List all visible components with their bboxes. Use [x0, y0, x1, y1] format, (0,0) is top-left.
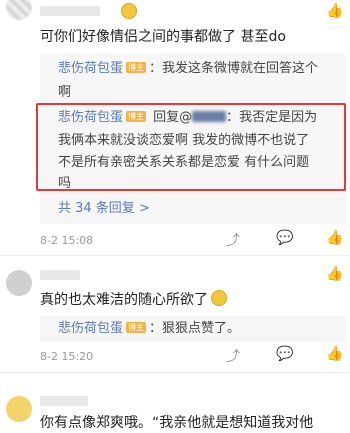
avatar[interactable] [6, 270, 32, 296]
author-badge: 博主 [126, 322, 147, 333]
reply-text-line: 啊 [58, 85, 72, 100]
reply-text: ：我否定是因为 [226, 110, 318, 125]
timestamp: 8-2 15:20 [40, 350, 94, 363]
reply-prefix: 回复@ [149, 110, 193, 125]
reply-text-line: 我俩本来就没谈恋爱啊 我发的微博不也说了 [58, 133, 310, 148]
avatar[interactable] [6, 0, 32, 20]
reply-author[interactable]: 悲伤荷包蛋 [58, 61, 123, 76]
reply-item[interactable]: 悲伤荷包蛋 博主 ：狠狠点赞了。 [58, 318, 240, 340]
reply-author[interactable]: 悲伤荷包蛋 [58, 321, 123, 336]
more-replies-link[interactable]: 共 34 条回复 > [58, 197, 150, 216]
reply-item[interactable]: 悲伤荷包蛋 博主 回复@ ：我否定是因为 [58, 107, 317, 129]
username-blurred [40, 270, 80, 280]
redacted-mention [192, 111, 227, 122]
thumbs-up-icon[interactable]: 👍 [326, 3, 343, 19]
username-blurred [40, 396, 88, 406]
username-blurred [40, 6, 100, 16]
comment-text: 可你们好像情侣之间的事都做了 甚至do [40, 29, 286, 45]
reply-author[interactable]: 悲伤荷包蛋 [58, 110, 123, 125]
share-icon[interactable]: ⤴ [226, 346, 240, 366]
reply-item[interactable]: 悲伤荷包蛋 博主 ：我发这条微博就在回答这个 [58, 58, 318, 80]
emoji-icon [121, 3, 137, 19]
divider [0, 255, 350, 256]
timestamp: 8-2 15:08 [40, 234, 94, 247]
like-icon[interactable]: 👍 [326, 230, 343, 246]
comment-icon[interactable]: 💬 [276, 346, 293, 362]
reply-text-line: 不是所有亲密关系关系都是恋爱 有什么问题 [58, 155, 310, 170]
author-badge: 博主 [126, 111, 147, 122]
emoji-icon [211, 290, 227, 306]
reply-text: ：狠狠点赞了。 [149, 321, 241, 336]
like-icon[interactable]: 👍 [326, 346, 343, 362]
share-icon[interactable]: ⤴ [226, 230, 240, 250]
thumbs-up-icon[interactable]: 👍 [326, 266, 343, 282]
comment-text: 真的也太难洁的随心所欲了 [40, 290, 227, 309]
reply-text: ：我发这条微博就在回答这个 [149, 61, 319, 76]
divider [0, 372, 350, 373]
comment-text: 你有点像郑爽哦。“我亲他就是想知道我对他 [40, 415, 314, 431]
reply-text-line: 吗 [58, 176, 72, 191]
avatar[interactable] [6, 396, 32, 422]
comment-icon[interactable]: 💬 [276, 230, 293, 246]
author-badge: 博主 [126, 62, 147, 73]
